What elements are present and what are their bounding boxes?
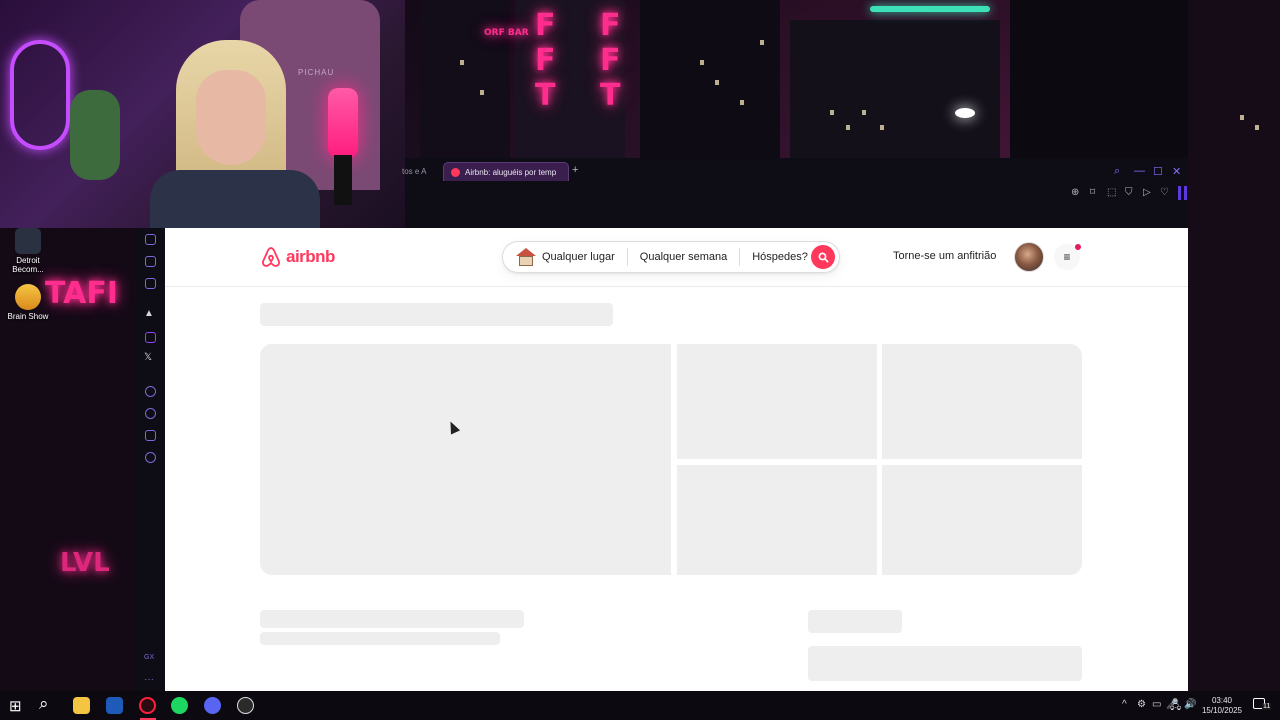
x-icon[interactable]: 𝕏 [144,352,152,363]
desktop-icon-detroit[interactable]: Detroit Becom... [0,228,56,274]
skeleton-photo-thumb [677,465,877,575]
webcam-overlay: PICHAU [0,0,405,228]
desktop-icon-label: Detroit Becom... [12,256,44,274]
file-explorer-icon[interactable] [73,697,90,714]
screenshot-icon[interactable]: ⬚ [1107,187,1116,198]
airbnb-logo[interactable]: airbnb [260,245,335,269]
hamburger-icon: ≡ [1063,250,1071,264]
search-where[interactable]: Qualquer lugar [503,248,627,266]
search-who-label: Hóspedes? [752,251,808,263]
main-menu-button[interactable]: ≡ [1054,244,1081,270]
search-where-label: Qualquer lugar [542,251,615,263]
airbnb-page: airbnb Qualquer lugar Qualquer semana Hó… [165,228,1188,691]
airbnb-favicon-icon [451,167,460,177]
bookmark-icon[interactable]: ⌑ [1090,187,1095,198]
browser-sidebar: ▲ 𝕏 GX ··· [136,228,165,691]
clock-date: 15/10/2025 [1201,706,1243,715]
neon-light [10,40,70,150]
search-icon[interactable]: ⌕ [39,694,49,714]
skeleton-photo-thumb [882,344,1082,459]
play-icon[interactable]: ▷ [1143,187,1151,198]
airbnb-header: airbnb Qualquer lugar Qualquer semana Hó… [165,228,1188,287]
tray-app-icon[interactable]: ⚙ [1137,699,1146,710]
chair-label: PICHAU [298,68,335,77]
search-bar[interactable]: Qualquer lugar Qualquer semana Hóspedes? [502,241,840,273]
skeleton-title [260,303,613,326]
game-icon [15,228,41,254]
spotify-icon[interactable] [171,697,188,714]
sidebar-toggle[interactable] [1178,186,1181,200]
airbnb-logo-icon [262,247,280,267]
tray-overflow-icon[interactable]: ^ [1122,699,1127,710]
search-icon[interactable]: ⌕ [1114,165,1120,178]
desktop-icon-brain-show[interactable]: Brain Show [0,284,56,321]
skeleton-photo-thumb [882,465,1082,575]
search-when[interactable]: Qualquer semana [628,251,739,263]
obs-icon[interactable] [237,697,254,714]
settings-icon[interactable] [145,452,156,463]
heart-icon[interactable]: ♡ [1160,187,1169,198]
brain-show-icon [15,284,41,310]
skeleton-subtitle [260,610,524,628]
microphone-stand [334,155,352,205]
m-icon[interactable] [145,278,156,289]
volume-icon[interactable]: 🔊 [1184,699,1196,710]
new-tab-button[interactable]: + [572,164,578,176]
tray-display-icon[interactable]: ▭ [1152,699,1161,710]
desktop-icon-label: Brain Show [7,312,49,321]
close-icon[interactable]: ✕ [1172,165,1181,178]
minimize-icon[interactable]: — [1134,165,1145,177]
streamer-shirt [150,170,320,228]
user-avatar[interactable] [1014,242,1044,272]
discord-icon[interactable] [204,697,221,714]
notes-icon[interactable] [145,256,156,267]
maximize-icon[interactable]: ☐ [1153,165,1163,178]
clock-time: 03:40 [1211,696,1233,705]
search-who[interactable]: Hóspedes? [740,251,820,263]
skeleton-photo-thumb [677,344,877,459]
opera-gx-icon[interactable] [139,697,156,714]
neon-sign: ORF BAR [484,28,529,38]
a-app-icon[interactable] [106,697,123,714]
aria-icon[interactable]: ▲ [144,308,154,319]
extensions-icon[interactable] [145,430,156,441]
search-when-label: Qualquer semana [639,251,728,263]
search-button[interactable] [811,245,835,269]
twitch-icon[interactable] [145,332,156,343]
system-clock[interactable]: 03:40 15/10/2025 [1200,696,1244,716]
more-icon[interactable]: ··· [144,674,154,685]
streamer-face [196,70,266,165]
plush-toy [70,90,120,180]
skeleton-price [808,610,902,633]
gx-icon[interactable]: GX [144,654,154,661]
become-host-link[interactable]: Torne-se um anfitrião [893,250,996,262]
tab-airbnb[interactable]: Airbnb: aluguéis por temp [443,162,569,181]
microphone [328,88,358,158]
skeleton-booking-box [808,646,1082,681]
house-icon [516,248,536,266]
airbnb-logo-text: airbnb [286,247,335,266]
tab-label: Airbnb: aluguéis por temp [465,167,557,177]
sidebar-toggle[interactable] [1184,186,1187,200]
skeleton-subtitle-line [260,632,500,645]
twitch-store-icon[interactable] [145,234,156,245]
history-icon[interactable] [145,408,156,419]
windows-start-icon[interactable]: ⊞ [9,697,22,715]
notification-badge: 11 [1262,703,1272,710]
magnifier-icon [818,252,828,262]
network-icon[interactable]: 🖧 [1170,699,1181,716]
player-icon[interactable] [145,386,156,397]
skeleton-photo-main [260,344,671,575]
shield-icon[interactable]: ⛉ [1125,187,1133,198]
windows-taskbar: ⊞ ⌕ ^ ⚙ ▭ 🎤 🖧 🔊 03:40 15/10/2025 11 [0,691,1280,720]
zoom-icon[interactable]: ⊕ [1071,187,1079,198]
notification-dot [1075,244,1081,250]
tab-previous[interactable]: tos e A [402,167,426,176]
